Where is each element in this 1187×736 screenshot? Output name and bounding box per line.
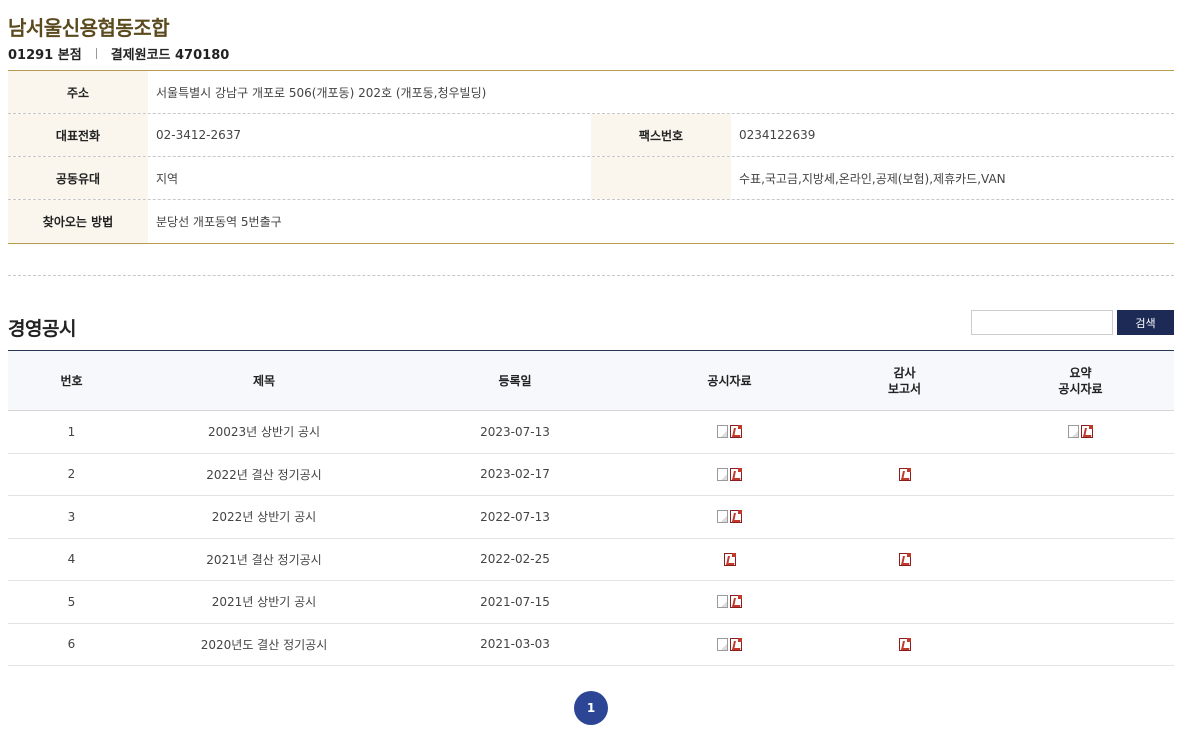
info-row-directions: 찾아오는 방법 분당선 개포동역 5번출구 (8, 200, 1174, 243)
org-subtitle: 01291 본점 결제원코드 470180 (8, 44, 229, 63)
row-title[interactable]: 2021년 결산 정기공시 (135, 539, 393, 581)
row-doc (637, 581, 822, 623)
info-row-bond: 공동유대 지역 수표,국고금,지방세,온라인,공제(보험),제휴카드,VAN (8, 157, 1174, 200)
org-title: 남서울신용협동조합 (8, 16, 170, 40)
col-summary: 요약 공시자료 (1058, 365, 1103, 396)
col-audit: 감사 보고서 (887, 365, 922, 396)
row-date: 2022-02-25 (480, 552, 550, 567)
separator (95, 48, 97, 59)
row-audit (822, 624, 987, 666)
table-row: 4 2021년 결산 정기공시 2022-02-25 (8, 539, 1174, 581)
table-row: 6 2020년도 결산 정기공시 2021-03-03 (8, 624, 1174, 666)
row-title[interactable]: 2020년도 결산 정기공시 (135, 624, 393, 666)
row-date: 2023-02-17 (480, 467, 550, 482)
info-row-phone: 대표전화 02-3412-2637 팩스번호 0234122639 (8, 114, 1174, 157)
fax-value: 0234122639 (739, 128, 816, 142)
doc-icon[interactable] (717, 467, 728, 481)
doc-icon[interactable] (717, 637, 728, 651)
row-no: 4 (67, 552, 76, 567)
branch-label: 01291 본점 (8, 48, 82, 63)
row-no: 3 (67, 509, 76, 524)
row-summary (987, 496, 1174, 538)
col-date: 등록일 (498, 373, 532, 388)
services-value: 수표,국고금,지방세,온라인,공제(보험),제휴카드,VAN (739, 171, 1006, 186)
row-no: 6 (67, 637, 76, 652)
doc-icon[interactable] (717, 425, 728, 439)
section-title: 경영공시 (8, 318, 76, 340)
pdf-icon[interactable] (1081, 425, 1093, 439)
info-table: 주소 서울특별시 강남구 개포로 506(개포동) 202호 (개포동,청우빌딩… (8, 70, 1174, 244)
row-title[interactable]: 2022년 결산 정기공시 (135, 454, 393, 496)
pdf-icon[interactable] (898, 637, 911, 651)
row-audit (822, 411, 987, 453)
pdf-icon[interactable] (898, 467, 911, 481)
pdf-icon[interactable] (730, 595, 742, 609)
row-audit (822, 496, 987, 538)
pdf-icon[interactable] (730, 425, 742, 439)
pdf-icon[interactable] (730, 510, 742, 524)
row-date: 2021-07-15 (480, 594, 550, 609)
row-no: 1 (67, 424, 76, 439)
col-no: 번호 (60, 373, 83, 388)
row-date: 2023-07-13 (480, 424, 550, 439)
pdf-icon[interactable] (730, 467, 742, 481)
doc-icon[interactable] (1068, 425, 1079, 439)
table-body: 1 20023년 상반기 공시 2023-07-13 2 2022년 결산 정기공시 20… (8, 411, 1174, 666)
row-doc (637, 454, 822, 496)
row-title[interactable]: 2021년 상반기 공시 (135, 581, 393, 623)
row-audit (822, 539, 987, 581)
address-value: 서울특별시 강남구 개포로 506(개포동) 202호 (개포동,청우빌딩) (156, 85, 487, 100)
services-label (591, 157, 731, 199)
row-date: 2021-03-03 (480, 637, 550, 652)
table-row: 2 2022년 결산 정기공시 2023-02-17 (8, 454, 1174, 496)
info-row-address: 주소 서울특별시 강남구 개포로 506(개포동) 202호 (개포동,청우빌딩… (8, 71, 1174, 114)
fax-label: 팩스번호 (591, 114, 731, 156)
row-doc (637, 411, 822, 453)
table-row: 3 2022년 상반기 공시 2022-07-13 (8, 496, 1174, 539)
doc-icon[interactable] (717, 510, 728, 524)
settlement-code: 결제원코드 470180 (110, 48, 230, 63)
row-audit (822, 581, 987, 623)
row-date: 2022-07-13 (480, 509, 550, 524)
pagination-current[interactable]: 1 (574, 691, 608, 725)
row-doc (637, 539, 822, 581)
phone-label: 대표전화 (8, 114, 148, 156)
directions-value: 분당선 개포동역 5번출구 (156, 215, 282, 229)
row-doc (637, 496, 822, 538)
pdf-icon[interactable] (723, 552, 736, 566)
col-doc: 공시자료 (707, 373, 752, 388)
row-no: 5 (67, 594, 76, 609)
row-summary (987, 411, 1174, 453)
phone-value: 02-3412-2637 (156, 128, 242, 142)
row-summary (987, 539, 1174, 581)
row-summary (987, 624, 1174, 666)
address-label: 주소 (8, 71, 148, 113)
table-row: 5 2021년 상반기 공시 2021-07-15 (8, 581, 1174, 624)
row-summary (987, 581, 1174, 623)
table-header: 번호 제목 등록일 공시자료 감사 보고서 요약 공시자료 (8, 351, 1174, 411)
bond-value: 지역 (156, 171, 179, 186)
row-summary (987, 454, 1174, 496)
search-button[interactable]: 검색 (1117, 310, 1174, 335)
pdf-icon[interactable] (730, 637, 742, 651)
doc-icon[interactable] (717, 595, 728, 609)
col-title: 제목 (252, 373, 276, 388)
row-audit (822, 454, 987, 496)
pdf-icon[interactable] (898, 552, 911, 566)
directions-label: 찾아오는 방법 (8, 200, 148, 243)
disclosure-table: 번호 제목 등록일 공시자료 감사 보고서 요약 공시자료 1 20023년 상반… (8, 350, 1174, 666)
search-input[interactable] (971, 310, 1113, 335)
row-doc (637, 624, 822, 666)
divider (8, 275, 1174, 276)
table-row: 1 20023년 상반기 공시 2023-07-13 (8, 411, 1174, 454)
bond-label: 공동유대 (8, 157, 148, 199)
row-title[interactable]: 20023년 상반기 공시 (135, 411, 393, 453)
row-no: 2 (67, 467, 76, 482)
row-title[interactable]: 2022년 상반기 공시 (135, 496, 393, 538)
